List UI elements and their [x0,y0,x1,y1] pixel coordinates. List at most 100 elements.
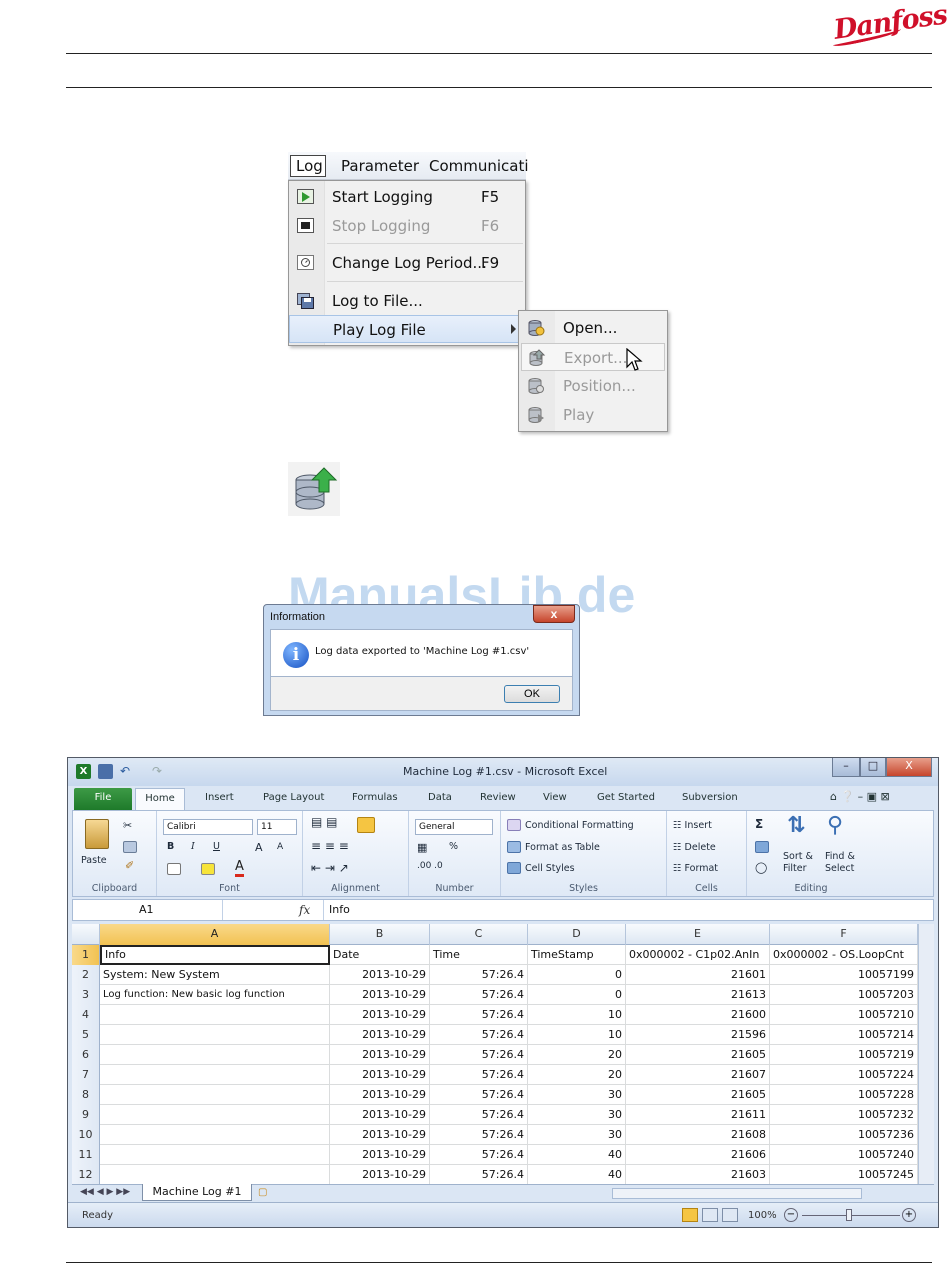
row-header[interactable]: 4 [72,1005,100,1025]
cell-b12[interactable]: 2013-10-29 [330,1165,430,1185]
cell-d8[interactable]: 30 [528,1085,626,1105]
align-top-icon[interactable]: ▤ ▤ [311,815,338,829]
minimize-button[interactable]: – [832,758,860,777]
cell-d9[interactable]: 30 [528,1105,626,1125]
row-header[interactable]: 8 [72,1085,100,1105]
cell-e10[interactable]: 21608 [626,1125,770,1145]
find-select-icon[interactable]: ⚲ [827,813,843,838]
cell-c5[interactable]: 57:26.4 [430,1025,528,1045]
menu-item-change-log-period[interactable]: Change Log Period... F9 [289,249,525,277]
redo-icon[interactable]: ↷ [152,764,172,779]
cell-a1[interactable]: Info [100,945,330,965]
align-middle-icon[interactable] [357,817,375,833]
number-format-select[interactable]: General [415,819,493,835]
cell-a2[interactable]: System: New System [100,965,330,985]
format-painter-icon[interactable]: ✐ [125,859,134,872]
cell-f6[interactable]: 10057219 [770,1045,918,1065]
cell-e5[interactable]: 21596 [626,1025,770,1045]
row-header[interactable]: 1 [72,945,100,965]
tab-subversion[interactable]: Subversion [682,792,738,803]
insert-cells-button[interactable]: ☷ Insert [673,820,712,831]
column-header-e[interactable]: E [626,924,770,945]
cell-d10[interactable]: 30 [528,1125,626,1145]
italic-button[interactable]: I [191,841,195,852]
cell-d11[interactable]: 40 [528,1145,626,1165]
font-color-icon[interactable]: A [235,859,244,877]
cell-c11[interactable]: 57:26.4 [430,1145,528,1165]
row-header[interactable]: 10 [72,1125,100,1145]
cell-a3[interactable]: Log function: New basic log function [100,985,330,1005]
autosum-icon[interactable]: Σ [755,817,763,831]
format-cells-button[interactable]: ☷ Format [673,863,718,874]
cell-b8[interactable]: 2013-10-29 [330,1085,430,1105]
cell-e2[interactable]: 21601 [626,965,770,985]
paste-button[interactable]: Paste [81,855,107,866]
submenu-item-open[interactable]: Open... [521,314,665,342]
menu-item-stop-logging[interactable]: Stop Logging F6 [289,212,525,240]
conditional-formatting-button[interactable]: Conditional Formatting [525,820,634,831]
cell-d5[interactable]: 10 [528,1025,626,1045]
tab-home[interactable]: Home [135,788,185,811]
column-header-d[interactable]: D [528,924,626,945]
cell-e6[interactable]: 21605 [626,1045,770,1065]
cell-e4[interactable]: 21600 [626,1005,770,1025]
cell-d6[interactable]: 20 [528,1045,626,1065]
menu-item-play-log-file[interactable]: Play Log File [289,315,525,343]
name-box[interactable]: A1 [73,900,223,920]
column-header-c[interactable]: C [430,924,528,945]
close-button[interactable]: X [886,758,932,777]
row-header[interactable]: 9 [72,1105,100,1125]
cell-b11[interactable]: 2013-10-29 [330,1145,430,1165]
zoom-in-icon[interactable]: + [902,1208,916,1222]
cell-d4[interactable]: 10 [528,1005,626,1025]
fill-icon[interactable] [755,841,769,853]
menu-log[interactable]: Log [290,155,326,177]
cell-f1[interactable]: 0x000002 - OS.LoopCnt [770,945,918,965]
menu-communication[interactable]: Communicati [429,157,529,175]
cell-e8[interactable]: 21605 [626,1085,770,1105]
undo-icon[interactable]: ↶ [120,764,140,779]
cell-d1[interactable]: TimeStamp [528,945,626,965]
cell-b4[interactable]: 2013-10-29 [330,1005,430,1025]
submenu-item-play[interactable]: Play [521,401,665,429]
cell-e12[interactable]: 21603 [626,1165,770,1185]
new-sheet-icon[interactable]: ▢ [258,1187,267,1198]
cell-e1[interactable]: 0x000002 - C1p02.AnIn [626,945,770,965]
select-all-corner[interactable] [72,924,100,945]
tab-review[interactable]: Review [480,792,516,803]
borders-icon[interactable] [167,863,181,875]
cell-a4[interactable] [100,1005,330,1025]
ok-button[interactable]: OK [504,685,560,703]
cell-f8[interactable]: 10057228 [770,1085,918,1105]
percent-button[interactable]: % [449,841,458,852]
cell-c3[interactable]: 57:26.4 [430,985,528,1005]
tab-insert[interactable]: Insert [205,792,234,803]
currency-icon[interactable]: ▦ [417,841,427,854]
sheet-nav-icon[interactable]: ◀◀ ◀ ▶ ▶▶ [80,1187,130,1197]
column-header-f[interactable]: F [770,924,918,945]
cell-a6[interactable] [100,1045,330,1065]
cell-f3[interactable]: 10057203 [770,985,918,1005]
row-header[interactable]: 12 [72,1165,100,1185]
cell-c2[interactable]: 57:26.4 [430,965,528,985]
cell-a7[interactable] [100,1065,330,1085]
cell-b1[interactable]: Date [330,945,430,965]
cut-icon[interactable]: ✂ [123,819,132,832]
dialog-close-button[interactable]: x [533,605,575,623]
cell-f9[interactable]: 10057232 [770,1105,918,1125]
cell-c12[interactable]: 57:26.4 [430,1165,528,1185]
cell-e9[interactable]: 21611 [626,1105,770,1125]
cell-e7[interactable]: 21607 [626,1065,770,1085]
cell-c8[interactable]: 57:26.4 [430,1085,528,1105]
zoom-slider-thumb[interactable] [846,1209,852,1221]
cell-d12[interactable]: 40 [528,1165,626,1185]
row-header[interactable]: 3 [72,985,100,1005]
font-name-select[interactable]: Calibri [163,819,253,835]
insert-function-button[interactable]: fx [299,903,310,917]
find-select-label-2[interactable]: Select [825,863,854,874]
cell-a10[interactable] [100,1125,330,1145]
cell-b3[interactable]: 2013-10-29 [330,985,430,1005]
cell-c1[interactable]: Time [430,945,528,965]
sort-filter-label-2[interactable]: Filter [783,863,807,874]
row-header[interactable]: 7 [72,1065,100,1085]
